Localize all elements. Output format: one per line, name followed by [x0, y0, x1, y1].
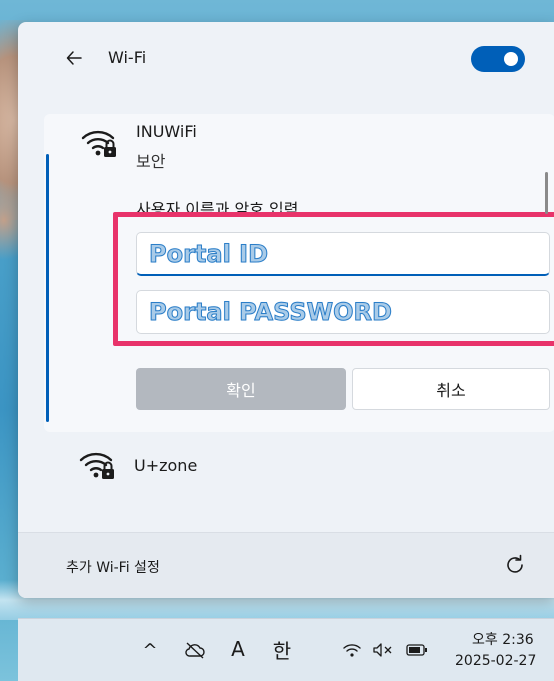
taskbar-clock-time[interactable]: 오후 2:36 — [472, 629, 534, 649]
network-name: INUWiFi — [136, 122, 197, 141]
wifi-flyout-panel: Wi-Fi INUWiFi 보안 사용자 이름과 암호 입력 Portal ID… — [18, 22, 554, 598]
taskbar: ^ A 한 오후 2:36 2025-02-27 — [18, 618, 554, 681]
cloud-off-icon — [185, 642, 205, 659]
wifi-panel-header: Wi-Fi — [18, 22, 554, 94]
selected-accent-bar — [46, 154, 49, 422]
more-wifi-settings-link[interactable]: 추가 Wi-Fi 설정 — [66, 557, 160, 577]
volume-muted-icon — [373, 643, 392, 657]
wifi-icon — [343, 644, 361, 657]
scrollbar-thumb[interactable] — [545, 172, 548, 214]
arrow-left-icon — [66, 51, 82, 65]
back-button[interactable] — [62, 46, 86, 70]
battery-icon — [406, 644, 427, 656]
refresh-icon[interactable] — [503, 553, 527, 577]
network-security-status: 보안 — [136, 152, 166, 171]
network-item-inuwifi: INUWiFi 보안 사용자 이름과 암호 입력 Portal ID Porta… — [44, 114, 554, 432]
network-name: U+zone — [134, 456, 198, 475]
wifi-toggle[interactable] — [471, 46, 525, 72]
wifi-panel-title: Wi-Fi — [108, 48, 147, 67]
wifi-toggle-knob — [504, 52, 518, 66]
wifi-panel-footer: 추가 Wi-Fi 설정 — [18, 532, 554, 598]
chevron-up-icon: ^ — [142, 639, 158, 661]
show-hidden-icons-button[interactable]: ^ — [138, 637, 162, 663]
ok-button[interactable]: 확인 — [136, 368, 346, 410]
cancel-button[interactable]: 취소 — [352, 368, 550, 410]
ime-mode-korean[interactable]: 한 — [268, 635, 296, 663]
quick-settings-tray[interactable] — [334, 631, 440, 669]
wifi-lock-icon — [79, 452, 114, 479]
taskbar-clock-date[interactable]: 2025-02-27 — [455, 653, 536, 669]
onedrive-status-button[interactable] — [182, 637, 208, 663]
ime-mode-english[interactable]: A — [226, 635, 250, 663]
credentials-highlight-box — [113, 212, 554, 346]
wifi-lock-icon — [81, 130, 116, 157]
network-item-uplus-zone[interactable]: U+zone — [44, 440, 549, 492]
